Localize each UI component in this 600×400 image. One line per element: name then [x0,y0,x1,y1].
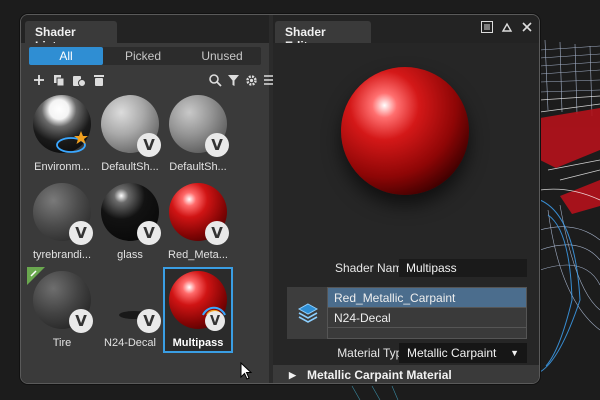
multipass-layer-list: Red_Metallic_Carpaint N24-Decal [327,287,527,339]
shader-tile[interactable]: Environm... [29,93,95,175]
shader-tile[interactable]: V N24-Decal [97,269,163,351]
filter-icon[interactable] [225,71,241,89]
layer-item-selected[interactable]: Red_Metallic_Carpaint [328,288,526,308]
shader-tile[interactable]: V Red_Meta... [165,181,231,263]
layer-item[interactable]: N24-Decal [328,308,526,328]
shader-label: DefaultSh... [169,161,227,173]
editor-tab-bar: Shader Editor [273,15,539,53]
layers-icon-box [287,287,329,339]
shader-name-label: Shader Name [334,261,409,275]
vred-badge-icon: V [69,309,93,333]
material-type-row: Material Type Metallic Carpaint ▼ [273,343,539,363]
material-preview-sphere[interactable] [341,67,469,195]
mouse-pointer-icon [240,362,253,380]
plus-icon[interactable] [31,71,47,89]
close-icon[interactable] [521,21,533,33]
material-type-select[interactable]: Metallic Carpaint ▼ [399,343,527,363]
shader-tile-selected[interactable]: V Multipass [163,267,233,353]
vred-badge-icon: V [137,309,161,333]
filter-segmented-control: All Picked Unused [29,47,261,65]
vred-badge-icon: V [69,221,93,245]
delete-unused-icon[interactable] [71,71,87,89]
shader-lister-panel: Shader Lister All Picked Unused [21,15,275,383]
environment-badge-icon [56,131,88,153]
material-section-header[interactable]: ▶ Metallic Carpaint Material [273,365,539,383]
shader-label: N24-Decal [104,337,156,349]
settings-icon[interactable] [243,71,259,89]
shader-window: Shader Lister All Picked Unused [20,14,540,384]
filter-all[interactable]: All [29,47,103,65]
material-type-value: Metallic Carpaint [407,346,497,360]
panel-menu-icon[interactable] [481,21,493,33]
shader-name-field[interactable]: Multipass [399,259,527,277]
lister-toolbar [29,71,275,91]
shader-label: Multipass [172,337,224,349]
vred-badge-icon: V [137,133,161,157]
lister-title[interactable]: Shader Lister [25,21,117,53]
shader-tile[interactable]: V DefaultSh... [165,93,231,175]
vred-badge-icon: V [205,311,225,331]
shader-label: Red_Meta... [168,249,228,261]
vred-badge-icon: V [205,221,229,245]
shader-editor-panel: Shader Editor Shader Name Multipass [273,15,539,383]
shader-label: Environm... [34,161,90,173]
vred-badge-icon: V [137,221,161,245]
search-icon[interactable] [207,71,223,89]
filter-picked[interactable]: Picked [103,47,183,65]
chevron-down-icon: ▼ [510,348,519,358]
shader-tile[interactable]: V glass [97,181,163,263]
shader-tile[interactable]: V tyrebrandi... [29,181,95,263]
shader-tile[interactable]: V Tire [27,267,95,351]
trash-icon[interactable] [91,71,107,89]
shader-name-row: Shader Name Multipass [273,259,539,277]
shader-tile[interactable]: V DefaultSh... [97,93,163,175]
lister-body: All Picked Unused Environm... V DefaultS… [21,43,275,383]
shader-label: Tire [52,337,72,349]
shader-label: tyrebrandi... [32,249,92,261]
editor-title[interactable]: Shader Editor [275,21,371,53]
expand-arrow-icon: ▶ [289,370,296,380]
shader-label: DefaultSh... [101,161,159,173]
vred-badge-icon: V [205,133,229,157]
editor-body: Shader Name Multipass Red_Metallic_Carpa… [273,43,539,383]
collapse-icon[interactable] [501,21,513,33]
layers-icon [297,303,319,323]
filter-unused[interactable]: Unused [183,47,261,65]
duplicate-icon[interactable] [51,71,67,89]
window-controls [481,21,533,33]
lister-tab-bar: Shader Lister [21,15,269,53]
shader-label: glass [117,249,143,261]
section-title: Metallic Carpaint Material [307,368,452,382]
